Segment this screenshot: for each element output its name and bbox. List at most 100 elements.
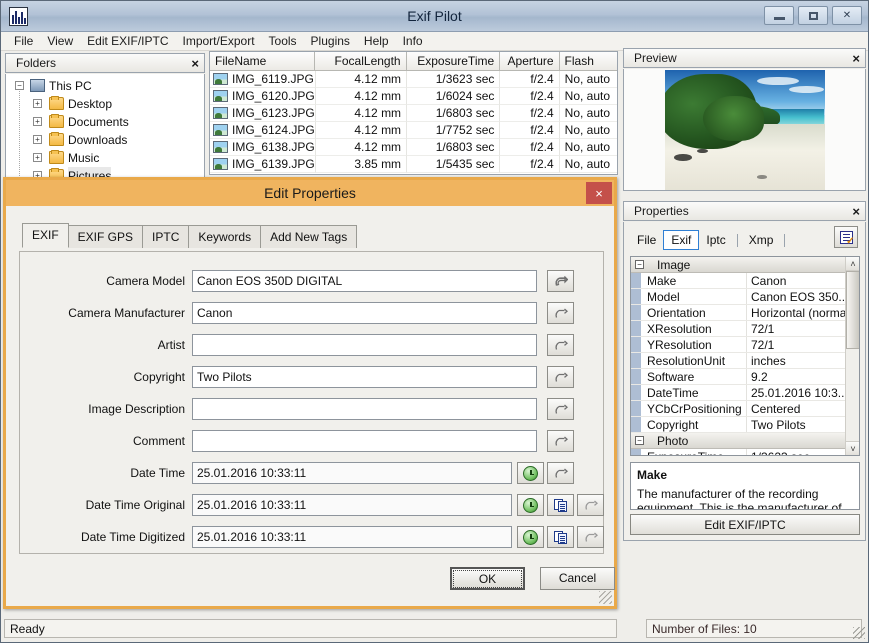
menu-help[interactable]: Help (357, 33, 396, 49)
property-row[interactable]: DateTime25.01.2016 10:3... (631, 385, 845, 401)
date-time-original-input[interactable]: 25.01.2016 10:33:11 (192, 494, 512, 516)
property-row[interactable]: YResolution72/1 (631, 337, 845, 353)
tree-item-label: Desktop (68, 95, 112, 113)
table-row[interactable]: IMG_6138.JPG 4.12 mm 1/6803 sec f/2.4 No… (210, 139, 617, 156)
properties-grid[interactable]: − Image MakeCanon ModelCanon EOS 350... … (630, 256, 860, 456)
close-button[interactable]: ✕ (832, 6, 862, 25)
tab-keywords[interactable]: Keywords (188, 225, 261, 248)
cancel-button[interactable]: Cancel (540, 567, 615, 590)
menu-file[interactable]: File (7, 33, 40, 49)
undo-date-time-original-button[interactable] (577, 494, 604, 516)
copy-date-time-original-button[interactable] (547, 494, 574, 516)
property-row[interactable]: YCbCrPositioningCentered (631, 401, 845, 417)
edit-tags-button[interactable] (834, 226, 858, 248)
table-row[interactable]: IMG_6124.JPG 4.12 mm 1/7752 sec f/2.4 No… (210, 122, 617, 139)
tab-iptc[interactable]: Iptc (699, 231, 732, 249)
comment-input[interactable] (192, 430, 537, 452)
menu-import-export[interactable]: Import/Export (176, 33, 262, 49)
resize-grip[interactable] (853, 627, 865, 639)
camera-model-input[interactable]: Canon EOS 350D DIGITAL (192, 270, 537, 292)
undo-copyright-button[interactable] (547, 366, 574, 388)
undo-date-time-button[interactable] (547, 462, 574, 484)
tab-xmp[interactable]: Xmp (742, 231, 781, 249)
table-row[interactable]: IMG_6120.JPG 4.12 mm 1/6024 sec f/2.4 No… (210, 88, 617, 105)
tree-item-documents[interactable]: + Documents (6, 113, 204, 131)
tree-item-this-pc[interactable]: − This PC (6, 77, 204, 95)
tab-exif-gps[interactable]: EXIF GPS (68, 225, 143, 248)
copy-date-time-digitized-button[interactable] (547, 526, 574, 548)
properties-close-icon[interactable]: × (852, 202, 860, 221)
artist-input[interactable] (192, 334, 537, 356)
undo-camera-manufacturer-button[interactable] (547, 302, 574, 324)
property-row[interactable]: ResolutionUnitinches (631, 353, 845, 369)
file-list[interactable]: FileName FocalLength ExposureTime Apertu… (209, 51, 618, 175)
column-header-filename[interactable]: FileName (210, 52, 315, 71)
tree-expander-icon[interactable]: − (15, 81, 24, 90)
tab-exif[interactable]: Exif (663, 230, 699, 250)
tree-expander-icon[interactable]: + (33, 99, 42, 108)
copyright-input[interactable]: Two Pilots (192, 366, 537, 388)
tree-expander-icon[interactable]: + (33, 135, 42, 144)
date-time-digitized-input[interactable]: 25.01.2016 10:33:11 (192, 526, 512, 548)
column-header-flash[interactable]: Flash (560, 52, 617, 71)
thumbnail-icon (213, 158, 228, 170)
column-header-aperture[interactable]: Aperture (500, 52, 559, 71)
menu-tools[interactable]: Tools (262, 33, 304, 49)
undo-camera-model-button[interactable] (547, 270, 574, 292)
tree-item-desktop[interactable]: + Desktop (6, 95, 204, 113)
table-row[interactable]: IMG_6139.JPG 3.85 mm 1/5435 sec f/2.4 No… (210, 156, 617, 173)
folders-close-icon[interactable]: × (191, 54, 199, 73)
camera-manufacturer-input[interactable]: Canon (192, 302, 537, 324)
tree-item-music[interactable]: + Music (6, 149, 204, 167)
group-expander-icon[interactable]: − (635, 260, 644, 269)
undo-arrow-icon (554, 372, 568, 383)
property-row[interactable]: CopyrightTwo Pilots (631, 417, 845, 433)
preview-close-icon[interactable]: × (852, 49, 860, 68)
menu-plugins[interactable]: Plugins (304, 33, 357, 49)
menu-view[interactable]: View (40, 33, 80, 49)
dialog-close-button[interactable]: × (586, 182, 612, 204)
maximize-button[interactable] (798, 6, 828, 25)
property-row[interactable]: OrientationHorizontal (normal) (631, 305, 845, 321)
date-time-original-now-button[interactable] (517, 494, 544, 516)
tab-file[interactable]: File (630, 231, 663, 249)
scroll-up-icon[interactable]: ˄ (846, 257, 860, 271)
tab-exif[interactable]: EXIF (22, 223, 69, 248)
property-row[interactable]: Software9.2 (631, 369, 845, 385)
group-header-image[interactable]: − Image (631, 257, 845, 273)
folder-tree[interactable]: − This PC + Desktop + Documents + Downlo… (5, 74, 205, 181)
tree-expander-icon[interactable]: + (33, 117, 42, 126)
property-row[interactable]: XResolution72/1 (631, 321, 845, 337)
menu-edit-exif-iptc[interactable]: Edit EXIF/IPTC (80, 33, 175, 49)
cell-focallength: 4.12 mm (316, 88, 407, 105)
properties-scrollbar[interactable]: ˄ ˅ (845, 257, 859, 455)
undo-artist-button[interactable] (547, 334, 574, 356)
tree-expander-icon[interactable]: + (33, 153, 42, 162)
menu-info[interactable]: Info (396, 33, 430, 49)
tree-item-downloads[interactable]: + Downloads (6, 131, 204, 149)
property-row[interactable]: MakeCanon (631, 273, 845, 289)
dialog-resize-grip[interactable] (599, 591, 612, 604)
group-expander-icon[interactable]: − (635, 436, 644, 445)
edit-exif-iptc-button[interactable]: Edit EXIF/IPTC (630, 514, 860, 535)
property-row[interactable]: ExposureTime1/3623 sec (631, 449, 845, 456)
property-row[interactable]: ModelCanon EOS 350... (631, 289, 845, 305)
undo-comment-button[interactable] (547, 430, 574, 452)
table-row[interactable]: IMG_6119.JPG 4.12 mm 1/3623 sec f/2.4 No… (210, 71, 617, 88)
undo-image-description-button[interactable] (547, 398, 574, 420)
date-time-digitized-now-button[interactable] (517, 526, 544, 548)
date-time-now-button[interactable] (517, 462, 544, 484)
table-row[interactable]: IMG_6123.JPG 4.12 mm 1/6803 sec f/2.4 No… (210, 105, 617, 122)
image-description-input[interactable] (192, 398, 537, 420)
date-time-input[interactable]: 25.01.2016 10:33:11 (192, 462, 512, 484)
group-header-photo[interactable]: − Photo (631, 433, 845, 449)
column-header-focallength[interactable]: FocalLength (315, 52, 407, 71)
tab-iptc[interactable]: IPTC (142, 225, 189, 248)
column-header-exposuretime[interactable]: ExposureTime (407, 52, 501, 71)
scrollbar-thumb[interactable] (846, 271, 860, 349)
ok-button[interactable]: OK (450, 567, 525, 590)
undo-date-time-digitized-button[interactable] (577, 526, 604, 548)
minimize-button[interactable] (764, 6, 794, 25)
tab-add-new-tags[interactable]: Add New Tags (260, 225, 357, 248)
scroll-down-icon[interactable]: ˅ (846, 441, 860, 455)
